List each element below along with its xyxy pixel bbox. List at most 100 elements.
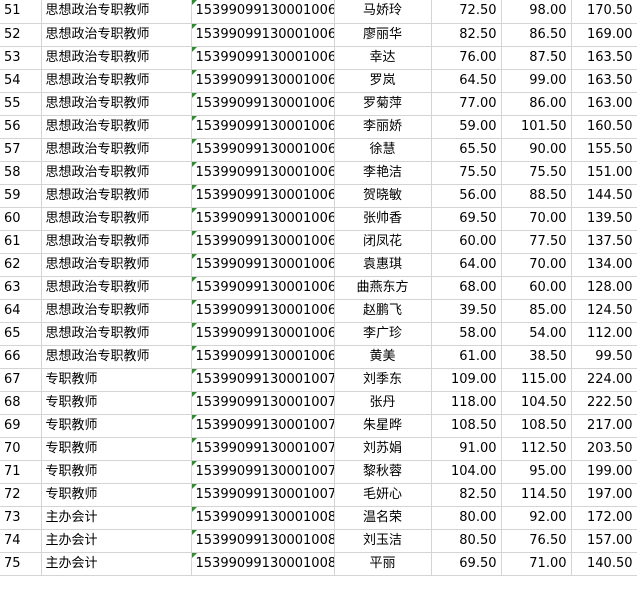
cell-position-code[interactable]: 15399099130001006: [191, 253, 335, 277]
cell-position-code[interactable]: 15399099130001006: [191, 23, 335, 47]
cell-row-number[interactable]: 53: [0, 46, 42, 70]
cell-score-1[interactable]: 80.50: [431, 529, 502, 553]
cell-score-2[interactable]: 54.00: [501, 322, 572, 346]
cell-score-2[interactable]: 85.00: [501, 299, 572, 323]
cell-row-number[interactable]: 60: [0, 207, 42, 231]
cell-score-1[interactable]: 75.50: [431, 161, 502, 185]
cell-position[interactable]: 思想政治专职教师: [41, 299, 192, 323]
cell-score-2[interactable]: 114.50: [501, 483, 572, 507]
cell-total-score[interactable]: 217.00: [571, 414, 637, 438]
cell-row-number[interactable]: 72: [0, 483, 42, 507]
cell-total-score[interactable]: 134.00: [571, 253, 637, 277]
cell-position[interactable]: 专职教师: [41, 437, 192, 461]
cell-position-code[interactable]: 15399099130001008: [191, 552, 335, 576]
cell-score-1[interactable]: 69.50: [431, 552, 502, 576]
cell-position-code[interactable]: 15399099130001007: [191, 460, 335, 484]
cell-candidate-name[interactable]: 袁惠琪: [334, 253, 432, 277]
cell-row-number[interactable]: 58: [0, 161, 42, 185]
cell-score-1[interactable]: 61.00: [431, 345, 502, 369]
cell-total-score[interactable]: 197.00: [571, 483, 637, 507]
cell-position[interactable]: 专职教师: [41, 483, 192, 507]
cell-position[interactable]: 专职教师: [41, 414, 192, 438]
cell-row-number[interactable]: 64: [0, 299, 42, 323]
cell-row-number[interactable]: 61: [0, 230, 42, 254]
cell-total-score[interactable]: 140.50: [571, 552, 637, 576]
cell-position-code[interactable]: 15399099130001007: [191, 368, 335, 392]
cell-total-score[interactable]: 124.50: [571, 299, 637, 323]
cell-score-2[interactable]: 86.00: [501, 92, 572, 116]
cell-total-score[interactable]: 169.00: [571, 23, 637, 47]
cell-candidate-name[interactable]: 黄美: [334, 345, 432, 369]
cell-row-number[interactable]: 57: [0, 138, 42, 162]
cell-row-number[interactable]: 55: [0, 92, 42, 116]
cell-score-1[interactable]: 69.50: [431, 207, 502, 231]
cell-row-number[interactable]: 73: [0, 506, 42, 530]
cell-total-score[interactable]: 172.00: [571, 506, 637, 530]
cell-score-1[interactable]: 109.00: [431, 368, 502, 392]
cell-position[interactable]: 思想政治专职教师: [41, 230, 192, 254]
cell-total-score[interactable]: 163.50: [571, 46, 637, 70]
cell-score-1[interactable]: 118.00: [431, 391, 502, 415]
cell-row-number[interactable]: 75: [0, 552, 42, 576]
cell-position-code[interactable]: 15399099130001006: [191, 115, 335, 139]
cell-position-code[interactable]: 15399099130001007: [191, 483, 335, 507]
cell-row-number[interactable]: 63: [0, 276, 42, 300]
cell-score-2[interactable]: 76.50: [501, 529, 572, 553]
cell-candidate-name[interactable]: 曲燕东方: [334, 276, 432, 300]
cell-score-1[interactable]: 64.50: [431, 69, 502, 93]
cell-score-2[interactable]: 77.50: [501, 230, 572, 254]
cell-row-number[interactable]: 54: [0, 69, 42, 93]
cell-position[interactable]: 主办会计: [41, 552, 192, 576]
cell-position-code[interactable]: 15399099130001006: [191, 0, 335, 24]
cell-score-1[interactable]: 91.00: [431, 437, 502, 461]
cell-total-score[interactable]: 99.50: [571, 345, 637, 369]
cell-candidate-name[interactable]: 赵鹏飞: [334, 299, 432, 323]
cell-score-1[interactable]: 82.50: [431, 483, 502, 507]
cell-position-code[interactable]: 15399099130001008: [191, 529, 335, 553]
cell-position-code[interactable]: 15399099130001007: [191, 437, 335, 461]
cell-score-1[interactable]: 108.50: [431, 414, 502, 438]
cell-row-number[interactable]: 68: [0, 391, 42, 415]
cell-candidate-name[interactable]: 罗菊萍: [334, 92, 432, 116]
cell-position-code[interactable]: 15399099130001006: [191, 184, 335, 208]
cell-total-score[interactable]: 163.50: [571, 69, 637, 93]
cell-row-number[interactable]: 71: [0, 460, 42, 484]
cell-row-number[interactable]: 65: [0, 322, 42, 346]
cell-score-2[interactable]: 101.50: [501, 115, 572, 139]
cell-position-code[interactable]: 15399099130001006: [191, 230, 335, 254]
cell-position[interactable]: 思想政治专职教师: [41, 322, 192, 346]
cell-candidate-name[interactable]: 张丹: [334, 391, 432, 415]
cell-total-score[interactable]: 222.50: [571, 391, 637, 415]
cell-score-2[interactable]: 90.00: [501, 138, 572, 162]
cell-position[interactable]: 主办会计: [41, 529, 192, 553]
cell-candidate-name[interactable]: 徐慧: [334, 138, 432, 162]
cell-candidate-name[interactable]: 张帅香: [334, 207, 432, 231]
cell-score-2[interactable]: 92.00: [501, 506, 572, 530]
cell-position-code[interactable]: 15399099130001006: [191, 207, 335, 231]
cell-row-number[interactable]: 67: [0, 368, 42, 392]
cell-score-1[interactable]: 64.00: [431, 253, 502, 277]
cell-candidate-name[interactable]: 毛妍心: [334, 483, 432, 507]
cell-total-score[interactable]: 160.50: [571, 115, 637, 139]
cell-position[interactable]: 思想政治专职教师: [41, 276, 192, 300]
cell-total-score[interactable]: 151.00: [571, 161, 637, 185]
cell-row-number[interactable]: 74: [0, 529, 42, 553]
cell-position[interactable]: 思想政治专职教师: [41, 115, 192, 139]
cell-score-1[interactable]: 68.00: [431, 276, 502, 300]
cell-candidate-name[interactable]: 刘玉洁: [334, 529, 432, 553]
cell-row-number[interactable]: 59: [0, 184, 42, 208]
cell-total-score[interactable]: 139.50: [571, 207, 637, 231]
cell-candidate-name[interactable]: 幸达: [334, 46, 432, 70]
cell-candidate-name[interactable]: 刘季东: [334, 368, 432, 392]
cell-position-code[interactable]: 15399099130001006: [191, 138, 335, 162]
cell-position[interactable]: 思想政治专职教师: [41, 253, 192, 277]
cell-position[interactable]: 思想政治专职教师: [41, 46, 192, 70]
cell-total-score[interactable]: 163.00: [571, 92, 637, 116]
cell-score-1[interactable]: 59.00: [431, 115, 502, 139]
cell-candidate-name[interactable]: 黎秋蓉: [334, 460, 432, 484]
cell-total-score[interactable]: 128.00: [571, 276, 637, 300]
cell-position[interactable]: 思想政治专职教师: [41, 23, 192, 47]
cell-score-2[interactable]: 38.50: [501, 345, 572, 369]
cell-total-score[interactable]: 170.50: [571, 0, 637, 24]
cell-score-2[interactable]: 86.50: [501, 23, 572, 47]
